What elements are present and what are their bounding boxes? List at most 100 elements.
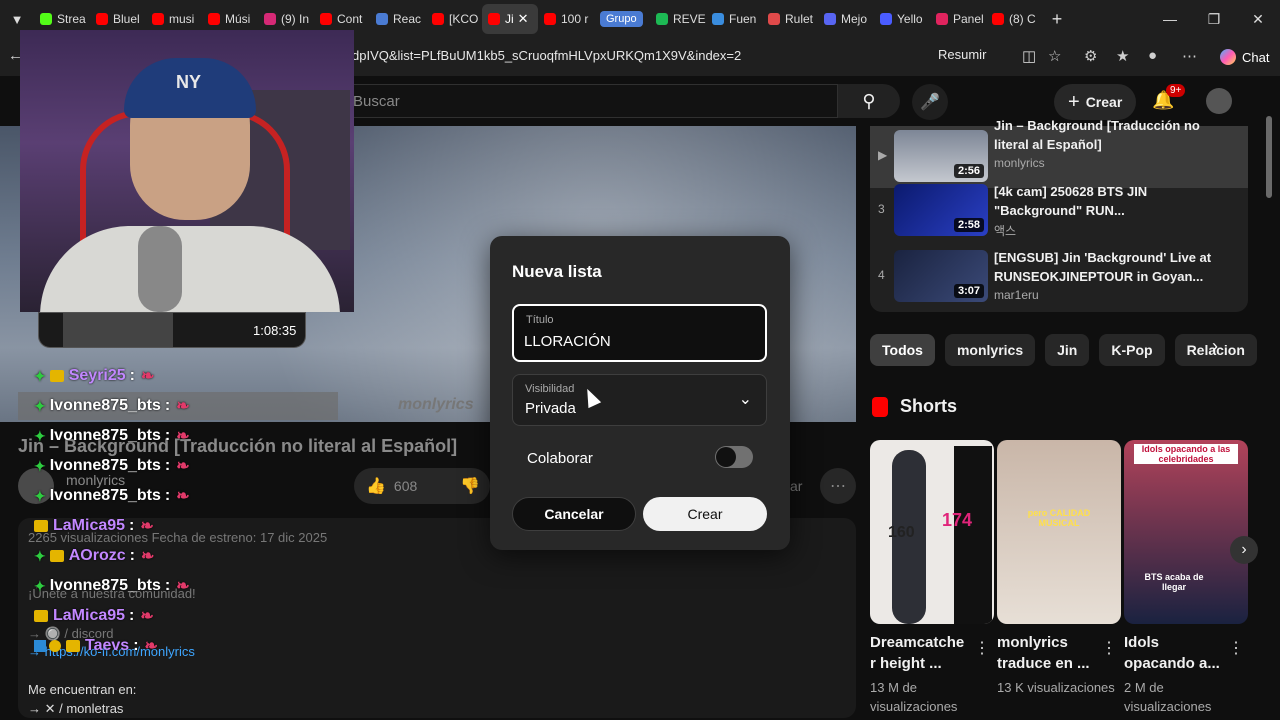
close-window-icon[interactable]: ✕ <box>1236 0 1280 38</box>
browser-tab[interactable]: Panel <box>930 4 986 34</box>
browser-tab[interactable]: 100 r <box>538 4 594 34</box>
short-menu-icon[interactable]: ⋮ <box>1228 638 1244 658</box>
chat-username[interactable]: Ivonne875_bts <box>50 577 161 595</box>
chevron-down-icon: ⌄ <box>738 391 752 408</box>
chat-label: Chat <box>1242 49 1270 65</box>
playlist-item-channel: mar1eru <box>994 288 1039 302</box>
playlist-item-channel: monlyrics <box>994 156 1045 170</box>
visibility-select[interactable]: Visibilidad Privada ⌄ <box>512 374 767 426</box>
more-icon[interactable]: ⋯ <box>1182 47 1197 65</box>
chip-todos[interactable]: Todos <box>870 334 935 366</box>
find-us-line: Me encuentran en: <box>28 682 137 697</box>
cancel-button[interactable]: Cancelar <box>512 497 636 531</box>
close-tab-icon[interactable]: ✕ <box>518 11 529 27</box>
summarize-button[interactable]: Resumir <box>938 47 986 62</box>
favorites-icon[interactable]: ★ <box>1116 47 1129 65</box>
favorite-star-icon[interactable]: ☆ <box>1048 47 1061 65</box>
browser-tab[interactable]: REVE <box>650 4 706 34</box>
playlist-title-input[interactable] <box>524 330 752 352</box>
webcam-microphone <box>138 226 182 312</box>
short-title: monlyrics traduce en ... <box>997 634 1090 672</box>
notifications-bell-icon[interactable]: 🔔 9+ <box>1152 84 1186 111</box>
webcam-shirt <box>40 226 340 312</box>
diamond-badge-icon: ✦ <box>34 547 46 564</box>
playlist-item-title: [4k cam] 250628 BTS JIN "Background" RUN… <box>994 184 1148 218</box>
chat-username[interactable]: Taevs <box>85 637 129 655</box>
tab-group-label[interactable]: Grupo <box>600 11 643 27</box>
chip-monlyrics[interactable]: monlyrics <box>944 334 1036 366</box>
thumb-figure <box>954 446 992 624</box>
chat-message: ✦ Ivonne875_bts: ❧ <box>34 452 190 480</box>
chat-username[interactable]: Seyri25 <box>69 367 126 385</box>
short-thumbnail: Idols opacando a las celebridades BTS ac… <box>1124 440 1248 624</box>
tab-favicon-icon <box>880 13 892 25</box>
chat-username[interactable]: Ivonne875_bts <box>50 457 161 475</box>
crown-badge-icon <box>49 550 64 562</box>
chip-jin[interactable]: Jin <box>1045 334 1090 366</box>
chat-username[interactable]: Ivonne875_bts <box>50 397 161 415</box>
browser-tab[interactable]: Rulet <box>762 4 818 34</box>
diamond-badge-icon: ✦ <box>34 397 46 414</box>
chat-separator: : <box>164 397 171 414</box>
browser-tab[interactable]: [KCO <box>426 4 482 34</box>
short-card[interactable]: Idols opacando a las celebridades BTS ac… <box>1124 440 1248 714</box>
playlist-item[interactable]: 4 3:07 [ENGSUB] Jin 'Background' Live at… <box>870 246 1248 308</box>
playlist-title-field[interactable]: Título <box>512 304 767 362</box>
chat-username[interactable]: Ivonne875_bts <box>50 427 161 445</box>
short-menu-icon[interactable]: ⋮ <box>974 638 990 658</box>
page-scrollbar[interactable] <box>1266 116 1272 198</box>
plus-icon: + <box>1068 90 1080 113</box>
short-card[interactable]: 160 174 Dreamcatche r height ... ⋮ 13 M … <box>870 440 994 714</box>
search-icon[interactable]: ⚲ <box>838 84 900 118</box>
chat-username[interactable]: LaMica95 <box>53 517 125 535</box>
like-button[interactable]: 👍 608 <box>354 468 450 504</box>
dislike-button[interactable]: 👎 <box>450 468 490 504</box>
avatar[interactable] <box>1206 88 1232 114</box>
shorts-next-chevron-icon[interactable]: › <box>1230 536 1258 564</box>
more-actions-icon[interactable]: ⋯ <box>820 468 856 504</box>
browser-tab[interactable]: (8) C <box>986 4 1042 34</box>
cube-badge-icon <box>34 640 46 652</box>
microphone-icon[interactable]: 🎤 <box>912 84 948 120</box>
emote-icon: ❧ <box>176 488 190 505</box>
new-tab-button[interactable]: + <box>1042 9 1072 30</box>
browser-tab[interactable]: Mejo <box>818 4 874 34</box>
crown-badge-icon <box>66 640 80 652</box>
collaborate-toggle[interactable] <box>715 446 753 468</box>
playlist-item[interactable]: 3 2:58 [4k cam] 250628 BTS JIN "Backgrou… <box>870 180 1248 242</box>
short-card[interactable]: pero CALIDAD MUSICAL monlyrics traduce e… <box>997 440 1121 695</box>
crown-badge-icon <box>49 370 64 382</box>
browser-tab[interactable]: Ji ✕ <box>482 4 538 34</box>
chat-username[interactable]: AOrozc <box>69 547 126 565</box>
tab-favicon-icon <box>152 13 164 25</box>
browser-tab[interactable]: Grupo <box>594 4 650 34</box>
emote-icon: ❧ <box>176 578 190 595</box>
search-input[interactable]: Buscar <box>340 84 838 118</box>
profile-icon[interactable]: ● <box>1148 47 1157 64</box>
cap-logo: NY <box>176 72 202 92</box>
browser-tab[interactable]: Yello <box>874 4 930 34</box>
browser-tab[interactable]: Fuen <box>706 4 762 34</box>
share-label[interactable]: ar <box>790 478 802 494</box>
playlist-item[interactable]: ▶ 2:56 Jin – Background [Traducción no l… <box>870 118 1248 188</box>
copilot-chat-button[interactable]: Chat <box>1212 45 1277 69</box>
chat-username[interactable]: LaMica95 <box>53 607 125 625</box>
emote-icon: ❧ <box>176 398 190 415</box>
url-field[interactable]: dpIVQ&list=PLfBuUM1kb5_sCruoqfmHLVpxURKQ… <box>352 48 741 63</box>
chip-kpop[interactable]: K-Pop <box>1099 334 1165 366</box>
chat-message: Taevs: ❧ <box>34 632 158 660</box>
short-menu-icon[interactable]: ⋮ <box>1101 638 1117 658</box>
extensions-icon[interactable]: ⚙ <box>1084 47 1097 65</box>
chat-username[interactable]: Ivonne875_bts <box>50 487 161 505</box>
restore-icon[interactable]: ❐ <box>1192 0 1236 38</box>
chips-next-chevron-icon[interactable]: › <box>1212 336 1218 357</box>
create-button[interactable]: + Crear <box>1054 84 1137 120</box>
browser-tab[interactable]: Reac <box>370 4 426 34</box>
minimize-icon[interactable]: — <box>1148 0 1192 38</box>
playlist-thumbnail: 2:56 <box>894 130 988 182</box>
split-screen-icon[interactable]: ◫ <box>1022 47 1036 65</box>
tab-favicon-icon <box>712 13 724 25</box>
chat-message: ✦ Seyri25: ❧ <box>34 362 154 390</box>
short-thumb-text: BTS acaba de llegar <box>1144 572 1204 592</box>
create-playlist-button[interactable]: Crear <box>643 497 767 531</box>
